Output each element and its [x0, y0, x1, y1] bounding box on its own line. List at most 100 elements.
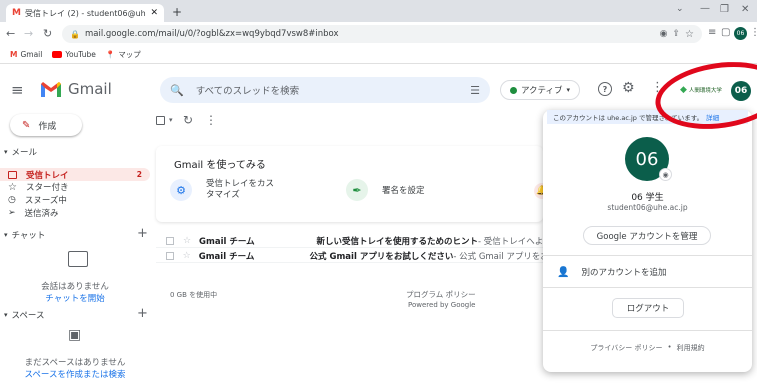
divider [543, 330, 752, 331]
email-row[interactable]: ☆ Gmail チーム 公式 Gmail アプリをお試しください - 公式 Gm… [156, 249, 543, 263]
tab-search-icon[interactable]: ⌄ [676, 4, 684, 14]
bookmarks-bar: M Gmail YouTube 📍 マップ [0, 46, 757, 64]
share-icon[interactable]: ⇪ [672, 29, 680, 39]
section-caret-icon: ▾ [4, 148, 8, 156]
getting-started-title: Gmail を使ってみる [174, 160, 266, 171]
location-icon[interactable]: ◉ [660, 29, 668, 39]
card-customize-inbox[interactable]: ⚙ 受信トレイをカス タマイズ [170, 179, 274, 201]
tab-title: 受信トレイ (2) - student06@uhe.ac [24, 8, 146, 18]
divider [543, 255, 752, 256]
clock-icon: ◷ [8, 195, 16, 205]
bookmark-maps[interactable]: 📍 マップ [106, 49, 141, 60]
new-chat-icon[interactable]: + [137, 226, 148, 241]
email-row[interactable]: ☆ Gmail チーム 新しい受信トレイを使用するためのヒント - 受信トレイへ… [156, 234, 543, 248]
refresh-icon[interactable]: ↻ [183, 113, 193, 127]
inbox-count: 2 [136, 170, 142, 179]
side-panel-icon[interactable]: ▢ [721, 27, 730, 38]
add-person-icon: 👤 [557, 266, 570, 278]
start-chat-link[interactable]: チャットを開始 [0, 292, 150, 304]
getting-started-panel: Gmail を使ってみる ⚙ 受信トレイをカス タマイズ ✒ 署名を設定 🔔 [156, 146, 550, 222]
main-menu-icon[interactable]: ≡ [11, 81, 24, 99]
email-snippet: - 公式 Gmail アプリをお [453, 251, 543, 262]
lock-icon: 🔒 [70, 29, 80, 39]
inbox-settings-icon: ⚙ [170, 179, 192, 201]
spaces-section-header[interactable]: ▾ スペース [4, 309, 45, 321]
divider [543, 287, 752, 288]
storage-usage: 0 GB を使用中 [170, 291, 218, 299]
status-dot-icon [509, 86, 517, 94]
row-star-icon[interactable]: ☆ [183, 251, 191, 261]
search-box[interactable]: 🔍 すべてのスレッドを検索 ☰ [160, 77, 490, 103]
logout-button[interactable]: ログアウト [612, 298, 684, 318]
forward-icon[interactable]: → [24, 27, 33, 40]
email-subject: 公式 Gmail アプリをお試しください [309, 251, 454, 262]
spaces-icon: ▣ [68, 327, 82, 343]
omnibox[interactable]: 🔒 mail.google.com/mail/u/0/?ogbl&zx=wq9y… [62, 25, 702, 43]
gmail-logo[interactable]: Gmail [40, 80, 112, 98]
select-all-checkbox[interactable] [156, 116, 165, 125]
mail-section-header[interactable]: ▾ メール [4, 146, 37, 158]
account-popup: このアカウントは uhe.ac.jp で管理されています。 詳細 06 ◉ 06… [543, 110, 752, 372]
browser-tab[interactable]: M 受信トレイ (2) - student06@uhe.ac ✕ [6, 4, 164, 22]
program-policy-link[interactable]: プログラム ポリシー [406, 289, 476, 300]
back-icon[interactable]: ← [6, 27, 15, 40]
search-options-icon[interactable]: ☰ [470, 84, 480, 97]
close-window-icon[interactable]: ✕ [741, 4, 749, 15]
close-tab-icon[interactable]: ✕ [150, 8, 158, 18]
profile-icon[interactable]: 06 [734, 27, 747, 40]
select-dropdown-icon[interactable]: ▾ [169, 116, 173, 124]
search-input[interactable]: すべてのスレッドを検索 [196, 83, 458, 97]
chat-bubble-icon [68, 251, 88, 267]
section-caret-icon: ▾ [4, 311, 8, 319]
help-icon[interactable]: ? [598, 82, 612, 96]
bookmark-star-icon[interactable]: ☆ [685, 29, 694, 40]
send-icon: ➢ [8, 208, 16, 218]
row-checkbox[interactable] [166, 236, 174, 245]
manage-account-button[interactable]: Google アカウントを管理 [583, 226, 711, 245]
compose-button[interactable]: ✎ 作成 [10, 114, 82, 136]
popup-footer: プライバシー ポリシー • 利用規約 [543, 343, 752, 353]
create-space-link[interactable]: スペースを作成または検索 [0, 368, 150, 380]
minimize-icon[interactable]: — [700, 3, 710, 14]
bookmark-youtube[interactable]: YouTube [52, 50, 96, 59]
bookmark-gmail[interactable]: M Gmail [10, 50, 42, 59]
maximize-icon[interactable]: ❐ [720, 4, 729, 15]
email-sender: Gmail チーム [199, 236, 255, 247]
sidebar-item-snoozed[interactable]: ◷ スヌーズ中 [8, 194, 67, 206]
sidebar-item-inbox[interactable]: 受信トレイ 2 [0, 168, 150, 181]
compose-label: 作成 [38, 121, 57, 132]
settings-gear-icon[interactable]: ⚙ [622, 80, 635, 96]
url-text: mail.google.com/mail/u/0/?ogbl&zx=wq9ybq… [84, 29, 339, 39]
row-checkbox[interactable] [166, 251, 174, 260]
new-tab-button[interactable]: + [172, 5, 182, 19]
gmail-bookmark-icon: M [10, 50, 18, 59]
footer-separator: • [667, 343, 672, 351]
spaces-empty-text: まだスペースはありません [24, 358, 126, 368]
sidebar-item-starred[interactable]: ☆ スター付き [8, 181, 68, 194]
powered-by: Powered by Google [408, 301, 476, 309]
pen-icon: ✒ [346, 179, 368, 201]
app-name: Gmail [68, 80, 112, 98]
email-snippet: - 受信トレイへよ [478, 236, 543, 247]
reload-icon[interactable]: ↻ [43, 27, 52, 40]
add-account-item[interactable]: 👤 別のアカウントを追加 [557, 266, 666, 279]
new-space-icon[interactable]: + [137, 306, 148, 321]
search-icon[interactable]: 🔍 [170, 84, 184, 97]
reading-list-icon[interactable]: ≡ [708, 27, 716, 38]
maps-bookmark-icon: 📍 [105, 50, 116, 59]
youtube-bookmark-icon [52, 51, 63, 58]
browser-menu-icon[interactable]: ⋮ [750, 27, 757, 38]
star-icon: ☆ [8, 181, 17, 193]
card-signature[interactable]: ✒ 署名を設定 [346, 179, 425, 201]
terms-link[interactable]: 利用規約 [677, 343, 705, 353]
more-actions-icon[interactable]: ⋮ [205, 113, 217, 127]
sidebar-item-sent[interactable]: ➢ 送信済み [8, 207, 59, 219]
row-star-icon[interactable]: ☆ [183, 236, 191, 246]
chat-section-header[interactable]: ▾ チャット [4, 229, 45, 241]
camera-icon[interactable]: ◉ [659, 168, 672, 181]
inbox-icon [8, 170, 17, 179]
privacy-link[interactable]: プライバシー ポリシー [590, 343, 662, 353]
gmail-m-icon [41, 81, 61, 97]
status-selector[interactable]: アクティブ ▾ [500, 80, 580, 100]
section-caret-icon: ▾ [4, 231, 8, 239]
